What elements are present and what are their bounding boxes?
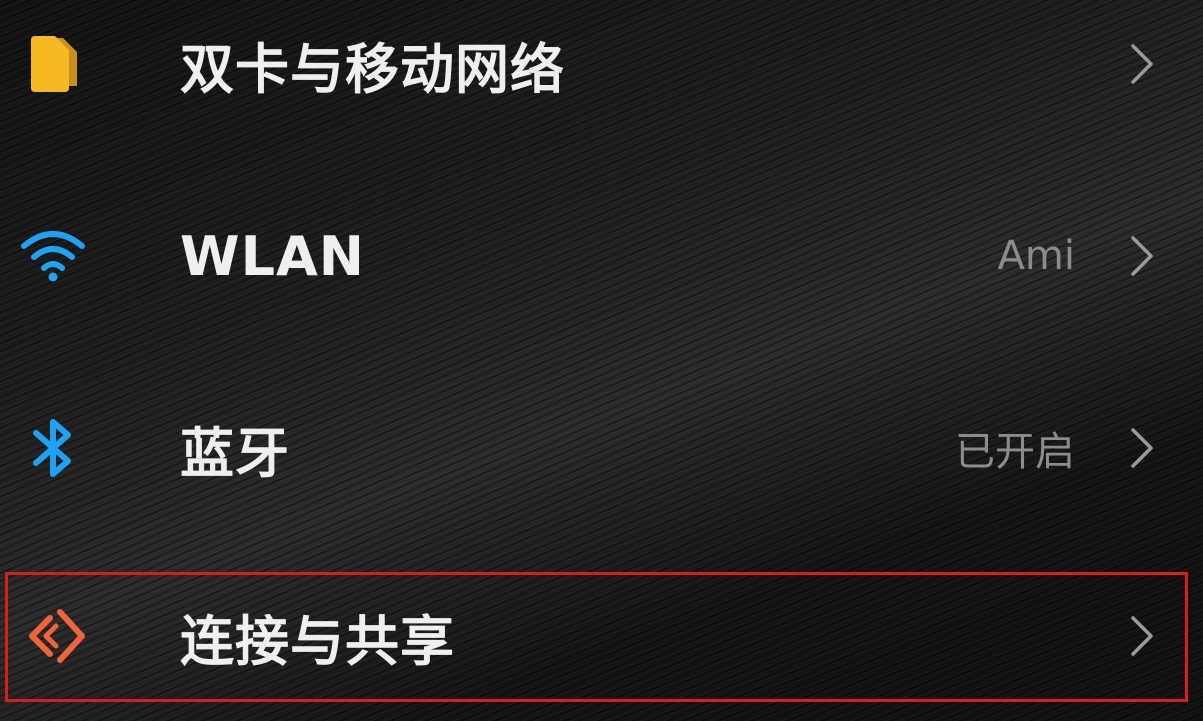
settings-item-label: WLAN [180,224,365,288]
connection-sharing-icon [20,603,86,669]
bluetooth-icon [20,415,86,481]
settings-item-label: 连接与共享 [180,609,455,673]
chevron-right-icon [1127,426,1157,470]
settings-item-label: 蓝牙 [180,421,290,485]
chevron-right-icon [1127,42,1157,86]
settings-list: 双卡与移动网络 WLAN Ami 蓝牙 已开启 连接与共享 [0,0,1203,721]
settings-item-connection-sharing[interactable]: 连接与共享 [0,576,1203,696]
settings-item-label: 双卡与移动网络 [180,37,565,101]
bluetooth-status-text: 已开启 [955,429,1075,475]
sim-card-icon [20,31,86,97]
wlan-status-text: Ami [997,233,1075,279]
chevron-right-icon [1127,614,1157,658]
wifi-icon [20,223,86,289]
settings-item-wlan[interactable]: WLAN Ami [0,196,1203,316]
settings-item-sim-mobile-network[interactable]: 双卡与移动网络 [0,4,1203,124]
chevron-right-icon [1127,234,1157,278]
settings-item-bluetooth[interactable]: 蓝牙 已开启 [0,388,1203,508]
